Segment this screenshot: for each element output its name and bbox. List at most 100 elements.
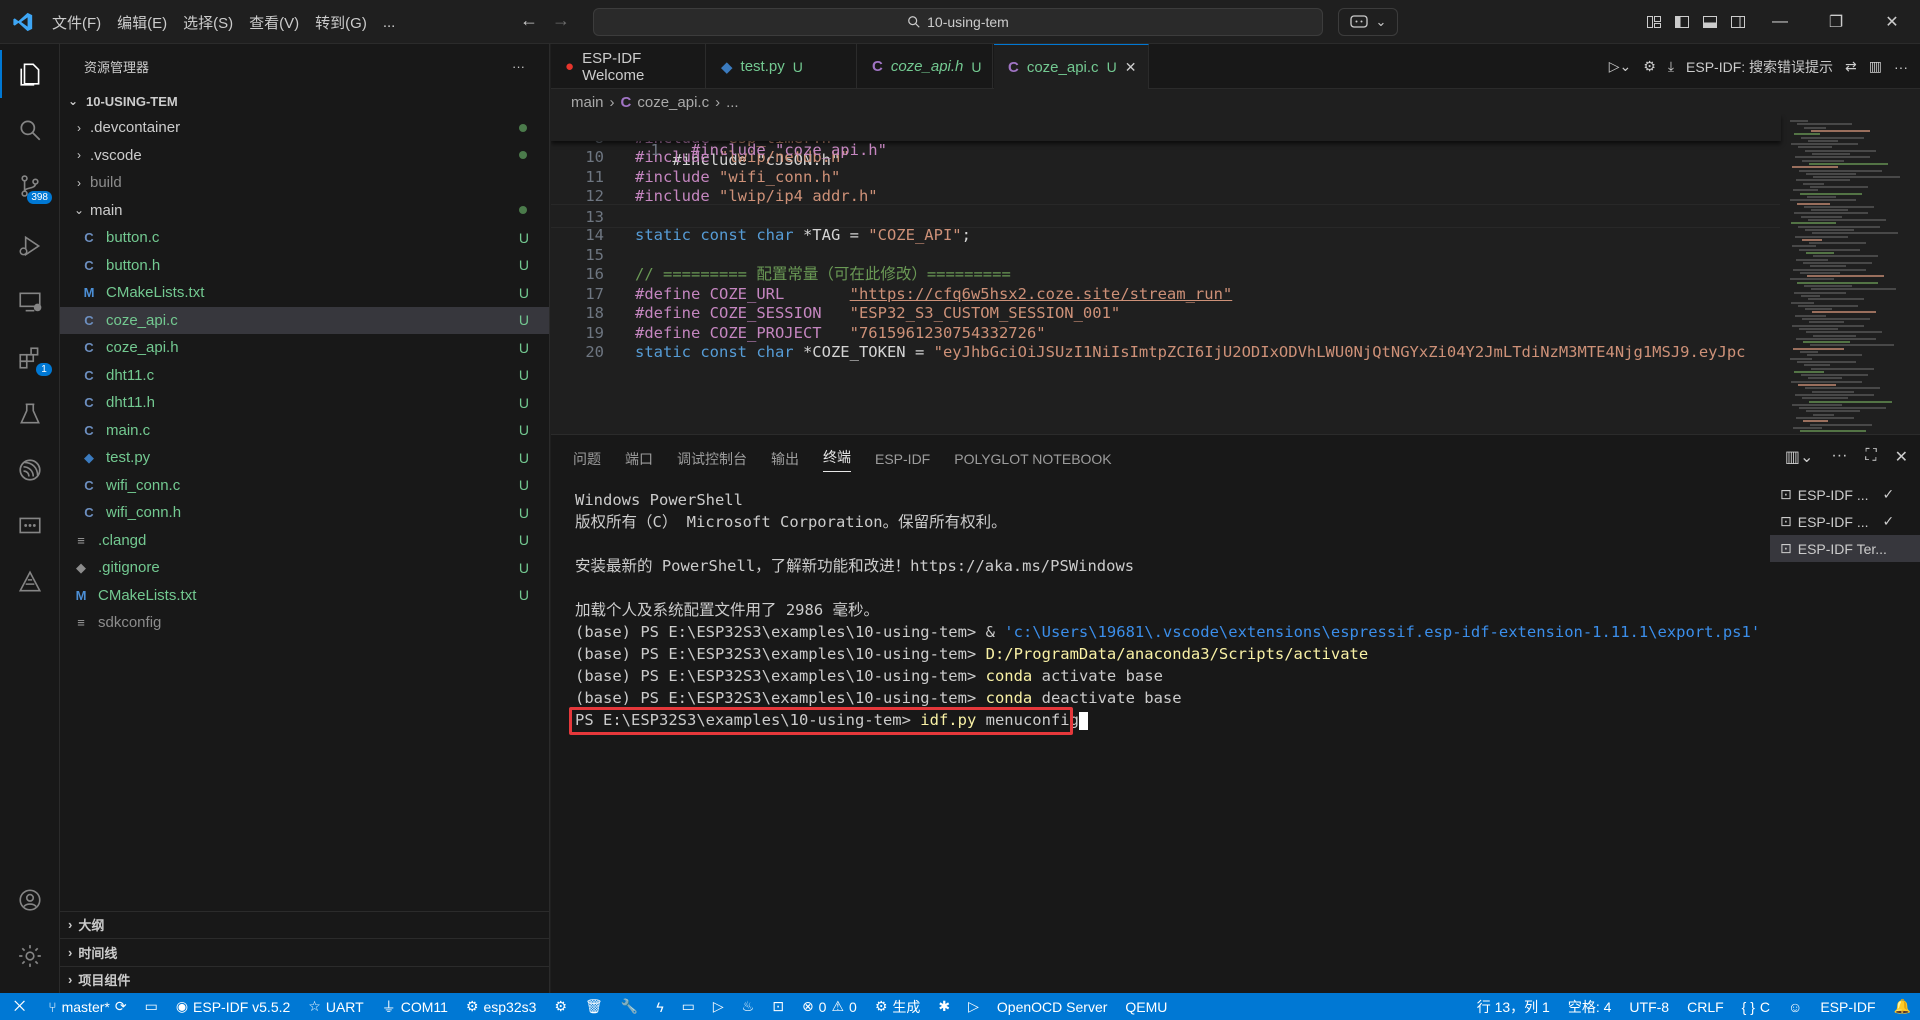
tree-item[interactable]: Cdht11.h U — [60, 389, 549, 417]
panel-tab-debug-console[interactable]: 调试控制台 — [677, 449, 747, 469]
menu-view[interactable]: 查看(V) — [241, 12, 307, 33]
tree-item[interactable]: › build — [60, 169, 549, 197]
project-components-section[interactable]: › 项目组件 — [60, 965, 550, 994]
terminal-instance[interactable]: ⊡ ESP-IDF Ter... — [1770, 535, 1920, 562]
tab-esp-idf-welcome[interactable]: ● ESP-IDF Welcome — [551, 44, 706, 89]
source-control-icon[interactable]: 398 — [0, 162, 60, 210]
tree-item[interactable]: ◆ .gitignore U — [60, 554, 549, 582]
extensions-icon[interactable]: 1 — [0, 334, 60, 382]
panel-tab-polyglot[interactable]: POLYGLOT NOTEBOOK — [954, 451, 1111, 467]
tree-item[interactable]: ≡ .clangd U — [60, 527, 549, 555]
customize-layout-icon[interactable] — [1640, 14, 1668, 30]
toggle-primary-sidebar-icon[interactable] — [1668, 14, 1696, 30]
menu-go[interactable]: 转到(G) — [307, 12, 375, 33]
tree-item[interactable]: Cbutton.h U — [60, 252, 549, 280]
workspace-folder-button[interactable]: ▭ — [136, 993, 167, 1020]
problems-indicator[interactable]: ⊗ 0 ⚠ 0 — [793, 993, 866, 1020]
run-debug-dropdown-icon[interactable]: ▷⌄ — [1609, 58, 1632, 75]
tree-item[interactable]: Ccoze_api.h U — [60, 334, 549, 362]
build-flash-monitor-button[interactable]: ♨ — [733, 993, 764, 1020]
idf-terminal-button[interactable]: ⊡ — [763, 993, 793, 1020]
compare-icon[interactable]: ⇄ — [1845, 58, 1857, 75]
tree-item[interactable]: Cbutton.c U — [60, 224, 549, 252]
code-editor[interactable]: #include "cJSON.h" 1 #include "coze_api.h… — [551, 114, 1920, 434]
maximize-panel-icon[interactable]: ⛶ — [1865, 447, 1876, 467]
git-branch[interactable]: ⑂ master* ⟳ — [39, 993, 135, 1020]
menu-file[interactable]: 文件(F) — [44, 12, 109, 33]
panel-tab-problems[interactable]: 问题 — [573, 449, 601, 469]
vscode-logo-icon[interactable] — [12, 11, 34, 33]
espressif-icon[interactable] — [0, 446, 60, 494]
encoding[interactable]: UTF-8 — [1620, 993, 1678, 1020]
testing-icon[interactable] — [0, 390, 60, 438]
tree-item[interactable]: ≡ sdkconfig — [60, 609, 549, 637]
panel-tab-esp-idf[interactable]: ESP-IDF — [875, 451, 930, 467]
more-actions-icon[interactable]: ··· — [512, 59, 525, 74]
toggle-panel-icon[interactable] — [1696, 14, 1724, 30]
serial-monitor-icon[interactable] — [0, 502, 60, 550]
breadcrumb-symbol[interactable]: ... — [726, 94, 739, 111]
remote-indicator[interactable]: ⨉ — [0, 993, 39, 1020]
tab-coze-api-c[interactable]: C coze_api.c U ✕ — [994, 44, 1149, 89]
settings-gear-icon[interactable]: ⚙ — [1643, 58, 1656, 75]
more-actions-icon[interactable]: ··· — [1831, 447, 1847, 467]
tree-item[interactable]: Ccoze_api.c U — [60, 306, 549, 334]
tree-item[interactable]: › .vscode — [60, 142, 549, 170]
copilot-status[interactable]: ☺ — [1779, 993, 1811, 1020]
close-panel-icon[interactable]: ✕ — [1895, 447, 1908, 467]
idf-version[interactable]: ◉ ESP-IDF v5.5.2 — [167, 993, 299, 1020]
breadcrumb-file[interactable]: coze_api.c — [637, 94, 709, 111]
target-device[interactable]: ⚙ esp32s3 — [457, 993, 546, 1020]
flash-method[interactable]: ☆ UART — [299, 993, 372, 1020]
openocd-server[interactable]: OpenOCD Server — [988, 993, 1116, 1020]
esp-idf-status[interactable]: ESP-IDF — [1811, 993, 1884, 1020]
idf-tools-icon[interactable] — [0, 558, 60, 606]
more-actions-icon[interactable]: ··· — [1894, 59, 1908, 75]
tree-item[interactable]: › .devcontainer — [60, 114, 549, 142]
end-of-line[interactable]: CRLF — [1678, 993, 1733, 1020]
build-button[interactable]: 🔧 — [612, 993, 647, 1020]
debug-button[interactable]: ▷ — [704, 993, 733, 1020]
menu-more[interactable]: ... — [375, 14, 404, 31]
copilot-button[interactable]: ⌄ — [1338, 8, 1398, 36]
workspace-root[interactable]: ⌄ 10-USING-TEM — [60, 88, 549, 114]
tab-coze-api-h[interactable]: C coze_api.h U — [858, 44, 993, 89]
panel-tab-terminal[interactable]: 终端 — [823, 447, 851, 472]
timeline-section[interactable]: › 时间线 — [60, 938, 550, 966]
close-icon[interactable]: ✕ — [1864, 12, 1920, 32]
split-terminal-icon[interactable]: ▥⌄ — [1785, 447, 1814, 467]
outline-section[interactable]: › 大纲 — [60, 910, 550, 939]
breadcrumb-folder[interactable]: main — [571, 94, 604, 111]
toggle-secondary-sidebar-icon[interactable] — [1724, 14, 1752, 30]
sticky-scroll[interactable]: 1 #include "coze_api.h" — [551, 114, 1781, 159]
download-icon[interactable]: ⤓ — [1668, 58, 1674, 75]
minimap[interactable] — [1780, 114, 1920, 434]
back-arrow-icon[interactable]: ← — [520, 10, 538, 31]
tab-close-icon[interactable]: ✕ — [1125, 59, 1137, 76]
terminal-instance[interactable]: ⊡ ESP-IDF ... ✓ — [1770, 508, 1920, 535]
sdk-config-button[interactable]: ⚙ — [545, 993, 576, 1020]
menu-edit[interactable]: 编辑(E) — [109, 12, 175, 33]
tree-item[interactable]: ◆ test.py U — [60, 444, 549, 472]
tree-item[interactable]: ⌄ main — [60, 197, 549, 225]
remote-explorer-icon[interactable] — [0, 278, 60, 326]
cursor-position[interactable]: 行 13，列 1 — [1468, 993, 1559, 1020]
full-clean-button[interactable]: 🗑 — [576, 993, 612, 1020]
esp-idf-search-error-hint[interactable]: ESP-IDF: 搜索错误提示 — [1686, 57, 1833, 77]
tree-item[interactable]: M CMakeLists.txt U — [60, 582, 549, 610]
terminal-output[interactable]: Windows PowerShell 版权所有（C） Microsoft Cor… — [569, 489, 1760, 735]
explorer-icon[interactable] — [0, 50, 60, 98]
search-sidebar-icon[interactable] — [0, 106, 60, 154]
split-editor-icon[interactable]: ▥ — [1869, 58, 1882, 75]
run-debug-icon[interactable] — [0, 222, 60, 270]
build-task[interactable]: ⚙ 生成 — [866, 993, 930, 1020]
command-center-search[interactable]: 10-using-tem — [593, 8, 1323, 36]
language-mode[interactable]: { } C — [1733, 993, 1779, 1020]
panel-tab-output[interactable]: 输出 — [771, 449, 799, 469]
indentation[interactable]: 空格: 4 — [1559, 993, 1621, 1020]
minimize-icon[interactable]: — — [1752, 13, 1808, 31]
tab-test-py[interactable]: ◆ test.py U — [707, 44, 857, 89]
tree-item[interactable]: Cwifi_conn.c U — [60, 472, 549, 500]
flash-button[interactable]: ϟ — [647, 993, 672, 1020]
accounts-icon[interactable] — [0, 876, 60, 924]
